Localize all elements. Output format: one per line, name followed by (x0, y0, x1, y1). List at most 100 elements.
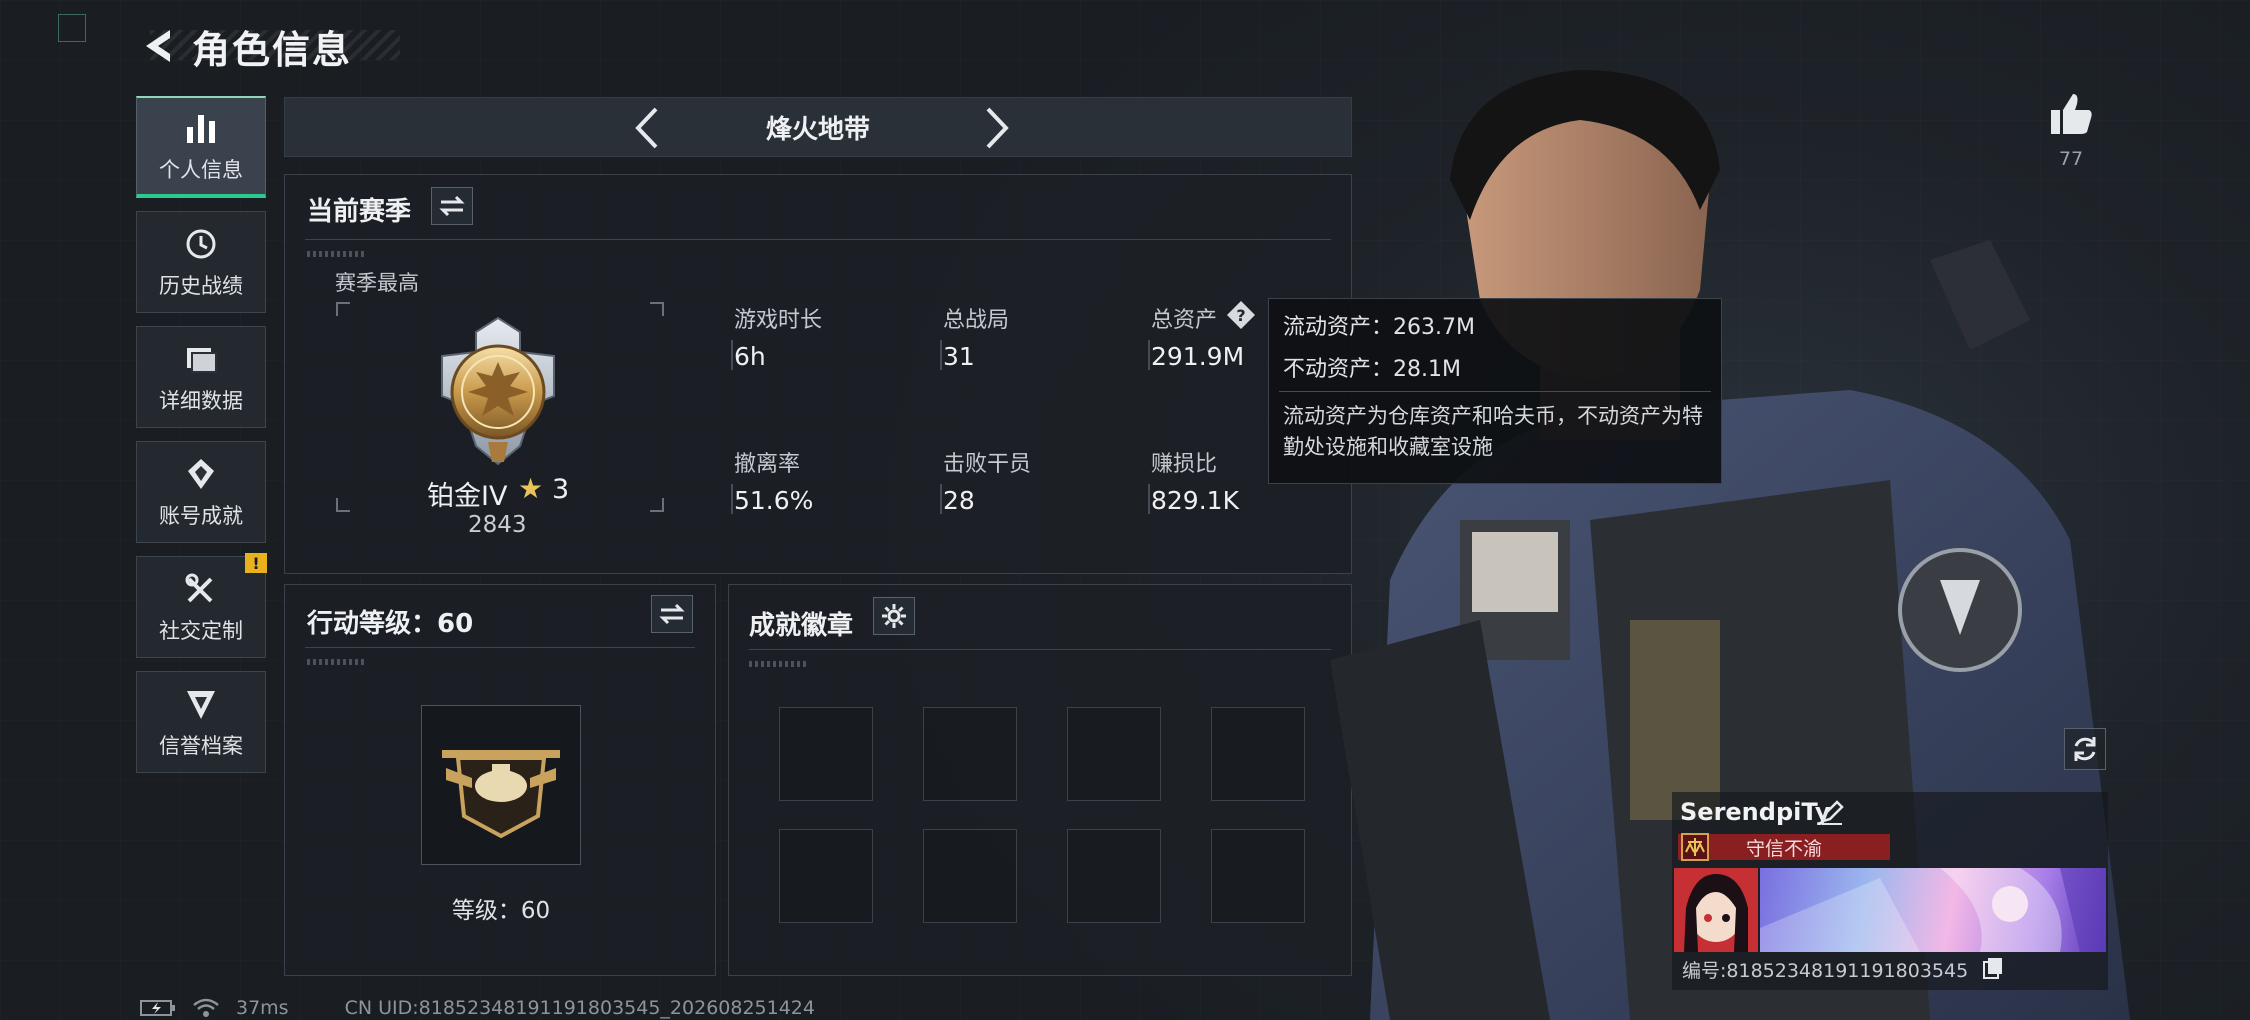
badge-slot[interactable] (923, 707, 1017, 801)
history-icon (181, 224, 221, 264)
gear-icon (882, 604, 906, 628)
rank-name: 铂金IV (427, 481, 508, 512)
mode-title: 烽火地带 (765, 114, 870, 145)
badge-slot[interactable] (1067, 829, 1161, 923)
player-name: SerendpiTy (1680, 798, 1831, 826)
stat-value-extraction-rate: 51.6% (734, 486, 814, 515)
sidebar: 个人信息 历史战绩 详细数据 账号成就 ! 社交定制 信誉档案 (136, 96, 268, 786)
tools-icon (181, 569, 221, 609)
level-emblem-frame (421, 705, 581, 865)
stat-label-extraction-rate: 撤离率 (734, 452, 801, 477)
panel-divider (305, 647, 695, 648)
stat-label-matches: 总战局 (943, 308, 1010, 333)
season-title: 当前赛季 (307, 197, 412, 227)
title-emblem-icon (1680, 832, 1710, 862)
stat-value-matches: 31 (943, 342, 975, 371)
panel-divider (749, 649, 1331, 650)
star-icon: ★ (518, 472, 544, 505)
like-block[interactable]: 77 (2040, 90, 2102, 170)
badge-slot[interactable] (779, 707, 873, 801)
stat-separator (731, 340, 733, 370)
mode-next-button[interactable] (975, 106, 1019, 150)
action-level-swap-button[interactable] (651, 595, 693, 633)
badges-title: 成就徽章 (749, 611, 854, 641)
folder-icon (181, 339, 221, 379)
back-arrow-icon (146, 30, 170, 62)
copy-uid-button[interactable] (1982, 956, 2004, 980)
stat-value-profit-ratio: 829.1K (1151, 486, 1239, 515)
sidebar-item-personal-info[interactable]: 个人信息 (136, 96, 266, 198)
alert-badge: ! (245, 553, 267, 573)
sidebar-item-label: 信誉档案 (159, 734, 243, 758)
sidebar-item-social[interactable]: ! 社交定制 (136, 553, 267, 658)
badge-slot[interactable] (1211, 707, 1305, 801)
bar-chart-icon (181, 108, 221, 148)
badge-slot[interactable] (1067, 707, 1161, 801)
sidebar-item-achievements[interactable]: 账号成就 (136, 441, 266, 543)
badge-slot[interactable] (779, 829, 873, 923)
achievement-icon (181, 454, 221, 494)
dots-decoration (749, 661, 809, 667)
tooltip-fixed-assets: 不动资产：28.1M (1283, 357, 1461, 382)
status-bar: 37ms CN UID:818523481911918035​45_202608… (140, 996, 831, 1020)
sidebar-item-reputation[interactable]: 信誉档案 (136, 671, 266, 773)
stat-label-kills: 击败干员 (943, 452, 1032, 477)
badge-slot[interactable] (923, 829, 1017, 923)
sidebar-item-details[interactable]: 详细数据 (136, 326, 266, 428)
sidebar-item-history[interactable]: 历史战绩 (136, 211, 266, 313)
swap-icon (659, 603, 685, 625)
profile-card: SerendpiTy 守信不渝 编号:818523481911918035​45 (1672, 792, 2108, 990)
sidebar-item-label: 社交定制 (159, 619, 243, 643)
level-text: 等级：60 (451, 898, 551, 924)
status-uid: CN UID:818523481911918035​45_20260825142… (344, 997, 815, 1019)
svg-text:?: ? (1236, 306, 1245, 325)
panel-divider (305, 239, 1331, 240)
sidebar-item-label: 历史战绩 (159, 274, 243, 298)
badges-settings-button[interactable] (873, 597, 915, 635)
ping-value: 37ms (236, 997, 289, 1019)
assets-tooltip: 流动资产：263.7M 不动资产：28.1M 流动资产为仓库资产和哈夫币，不动资… (1268, 298, 1722, 484)
back-button[interactable] (138, 24, 182, 68)
stat-separator (940, 340, 942, 370)
avatar[interactable] (1674, 868, 1758, 952)
stat-value-playtime: 6h (734, 342, 766, 371)
chevron-left-icon (635, 107, 658, 149)
profile-banner[interactable] (1760, 868, 2106, 952)
refresh-icon (2074, 737, 2096, 761)
tooltip-note: 流动资产为仓库资产和哈夫币，不动资产为特勤处设施和收藏室设施 (1283, 404, 1703, 459)
stat-value-assets: 291.9M (1151, 342, 1245, 371)
action-level-title: 行动等级：60 (307, 609, 474, 639)
stat-separator (1148, 340, 1150, 370)
mode-selector: 烽火地带 (284, 97, 1352, 157)
swap-icon (439, 195, 465, 217)
thumbs-up-icon (2051, 94, 2092, 134)
sidebar-item-label: 详细数据 (159, 389, 243, 413)
platinum-rank-medal (441, 316, 555, 466)
badge-slot[interactable] (1211, 829, 1305, 923)
achievement-badges-panel: 成就徽章 (728, 584, 1352, 976)
stat-label-assets: 总资产 (1151, 308, 1218, 333)
stat-separator (731, 484, 733, 514)
wifi-icon (192, 997, 220, 1019)
copy-icon (1983, 958, 2002, 979)
refresh-model-button[interactable] (2064, 728, 2106, 770)
mode-prev-button[interactable] (625, 106, 669, 150)
help-icon: ? (1227, 301, 1255, 329)
player-uid: 编号:818523481911918035​45 (1682, 960, 1969, 982)
page-header: 角色信息 (138, 22, 352, 72)
edit-name-button[interactable] (1818, 798, 1848, 828)
season-swap-button[interactable] (431, 187, 473, 225)
pencil-icon (1821, 800, 1844, 825)
sidebar-item-label: 账号成就 (159, 504, 243, 528)
stat-separator (1148, 484, 1150, 514)
sidebar-item-label: 个人信息 (159, 158, 243, 182)
stat-value-kills: 28 (943, 486, 975, 515)
action-level-panel: 行动等级：60 等级：60 (284, 584, 716, 976)
assets-help-button[interactable]: ? (1226, 300, 1256, 330)
dots-decoration (307, 659, 367, 665)
stat-label-profit-ratio: 赚损比 (1151, 452, 1218, 477)
battery-icon (140, 999, 176, 1017)
stat-separator (940, 484, 942, 514)
dots-decoration (307, 251, 367, 257)
page-title: 角色信息 (192, 27, 353, 72)
